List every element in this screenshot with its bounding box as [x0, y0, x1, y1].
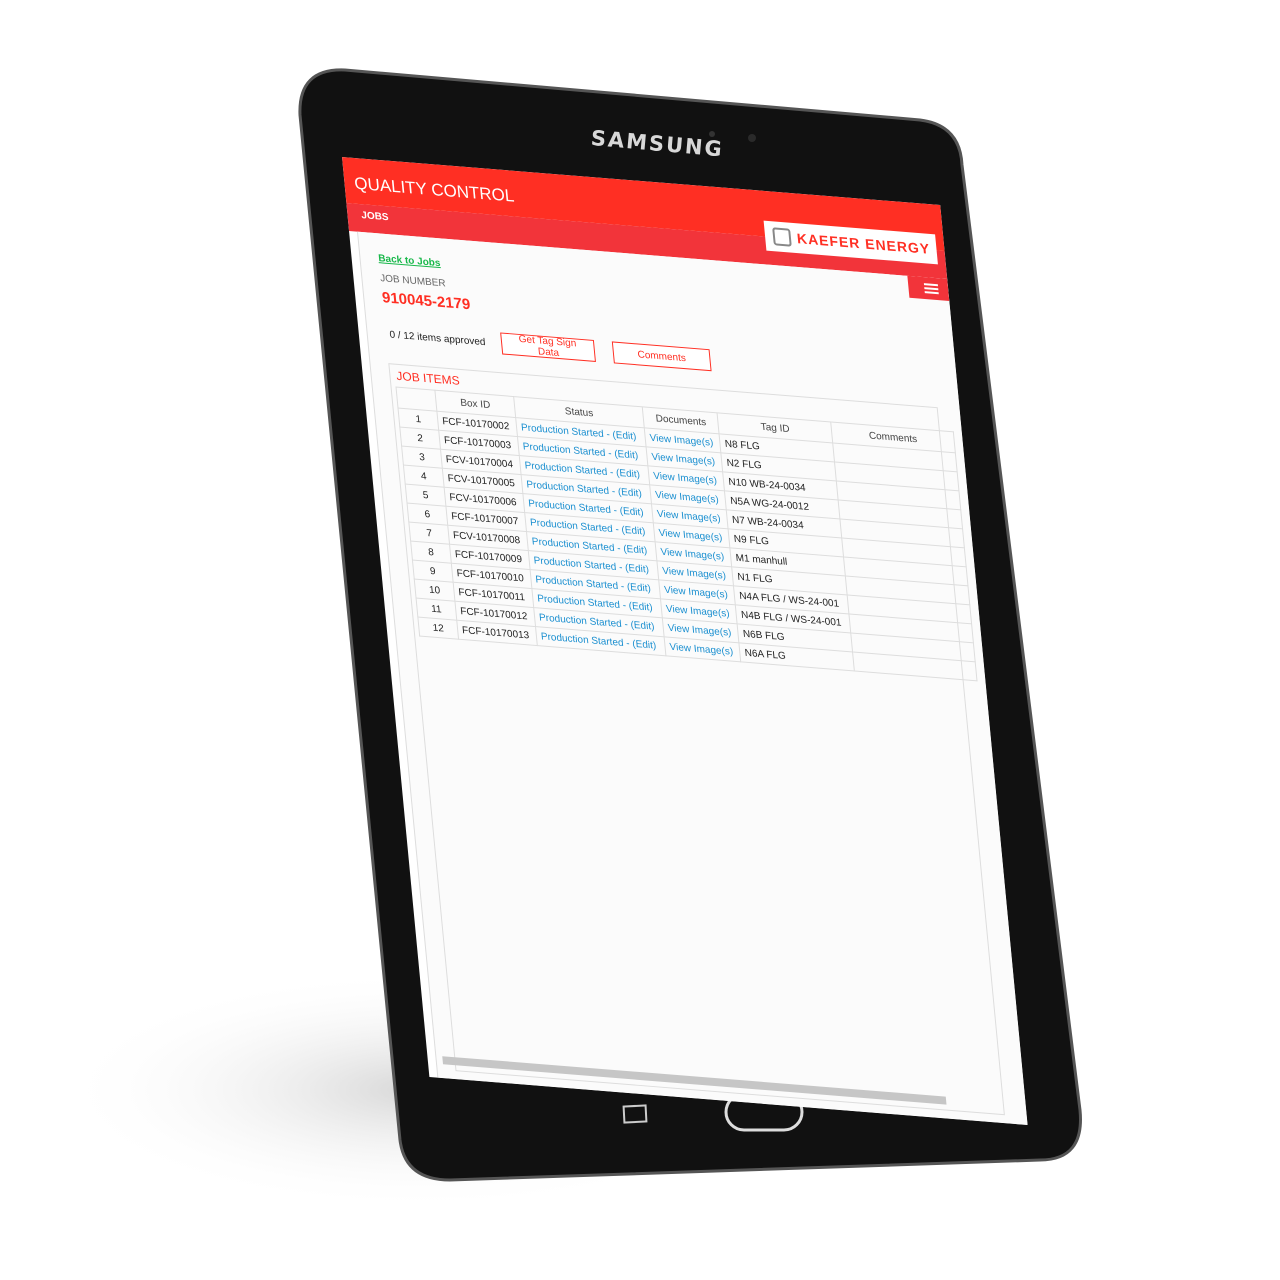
- content-card: Back to Jobs JOB NUMBER 910045-2179 0 / …: [357, 231, 1028, 1125]
- job-items-table: Box ID Status Documents Tag ID Comments 1 FCF…: [395, 387, 977, 682]
- back-to-jobs-link[interactable]: Back to Jobs: [378, 253, 441, 269]
- menu-strip: [907, 275, 950, 301]
- job-number-label: JOB NUMBER: [379, 273, 447, 290]
- tablet-screen: QUALITY CONTROL JOBS KAEFER ENERGY Back …: [342, 157, 1028, 1125]
- approved-count: 0 / 12 items approved: [389, 329, 486, 349]
- kaefer-logo-icon: [772, 227, 792, 247]
- row-number: 12: [417, 617, 459, 640]
- nav-jobs[interactable]: JOBS: [361, 210, 389, 223]
- job-number: 910045-2179: [381, 289, 472, 314]
- logo-text: KAEFER ENERGY: [796, 230, 931, 257]
- hamburger-icon[interactable]: [923, 283, 939, 295]
- job-items-panel: JOB ITEMS Box ID Status Documents Tag ID Com…: [388, 363, 1005, 1116]
- get-tag-sign-data-button[interactable]: Get Tag Sign Data: [500, 332, 596, 362]
- comments-button[interactable]: Comments: [611, 341, 712, 372]
- camera: [748, 134, 756, 142]
